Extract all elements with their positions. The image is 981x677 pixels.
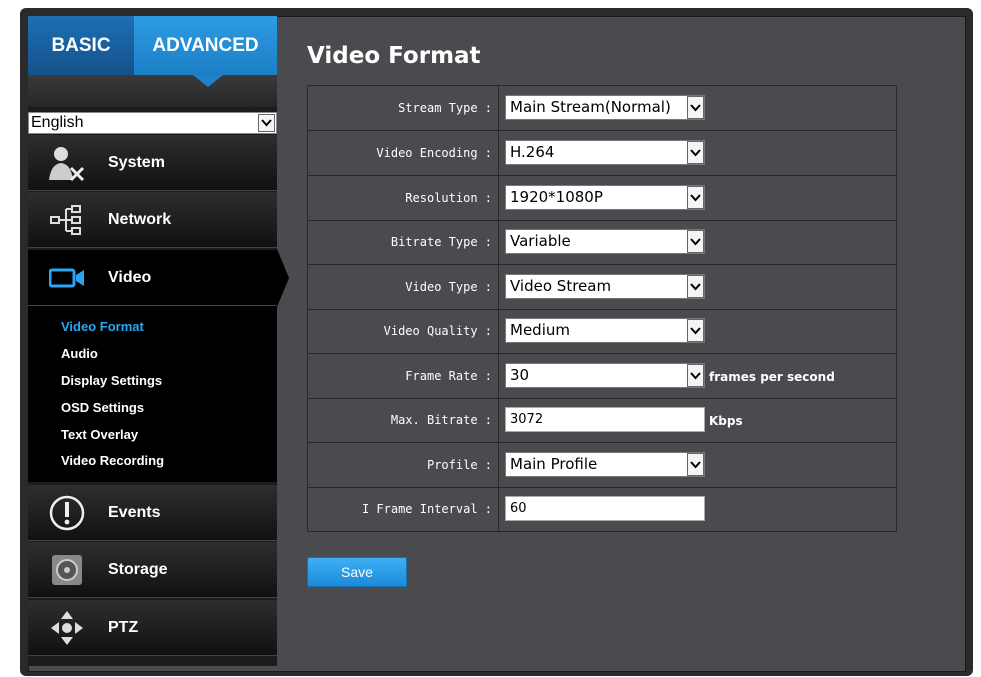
video-quality-select[interactable]: Medium [505, 318, 705, 343]
i-frame-interval-input[interactable]: 60 [505, 496, 705, 521]
field-label: Stream Type : [308, 86, 499, 130]
chevron-down-icon[interactable] [687, 275, 704, 298]
chevron-down-icon[interactable] [687, 96, 704, 119]
save-button[interactable]: Save [307, 557, 407, 587]
chevron-down-icon[interactable] [687, 319, 704, 342]
tab-advanced[interactable]: ADVANCED [134, 16, 277, 75]
ptz-arrows-icon [42, 608, 92, 648]
stream-type-select[interactable]: Main Stream(Normal) [505, 95, 705, 120]
video-format-form: Stream Type : Main Stream(Normal) Video … [307, 85, 897, 532]
mode-tabs: BASIC ADVANCED [28, 16, 277, 75]
video-subnav: Video Format Audio Display Settings OSD … [28, 306, 277, 482]
chevron-down-icon[interactable] [687, 230, 704, 253]
video-encoding-select[interactable]: H.264 [505, 140, 705, 165]
language-select[interactable]: English [28, 112, 277, 134]
select-value: 30 [510, 366, 530, 384]
field-label: Resolution : [308, 176, 499, 220]
sidebar-item-storage[interactable]: Storage [28, 542, 277, 598]
sidebar-item-ptz[interactable]: PTZ [28, 600, 277, 656]
select-value: Medium [510, 321, 570, 339]
field-label: Video Quality : [308, 309, 499, 353]
select-value: H.264 [510, 143, 555, 161]
sidebar-item-network[interactable]: Network [28, 192, 277, 248]
active-tab-pointer [193, 75, 223, 87]
storage-disk-icon [42, 550, 92, 590]
form-row-max-bitrate: Max. Bitrate : 3072 Kbps [308, 398, 896, 443]
select-value: Variable [510, 232, 571, 250]
video-camera-icon [42, 258, 92, 298]
system-tools-icon [42, 143, 92, 183]
tab-basic[interactable]: BASIC [28, 16, 134, 75]
subnav-video-recording[interactable]: Video Recording [61, 453, 164, 468]
select-value: 1920*1080P [510, 188, 603, 206]
page-title: Video Format [307, 43, 481, 69]
sidebar-item-label: Video [108, 268, 152, 286]
active-nav-pointer [277, 249, 289, 307]
select-value: Main Profile [510, 455, 598, 473]
field-label: Frame Rate : [308, 354, 499, 398]
profile-select[interactable]: Main Profile [505, 452, 705, 477]
sidebar-item-label: Network [108, 210, 172, 228]
resolution-select[interactable]: 1920*1080P [505, 185, 705, 210]
frame-rate-select[interactable]: 30 [505, 363, 705, 388]
subnav-display-settings[interactable]: Display Settings [61, 373, 162, 388]
video-type-select[interactable]: Video Stream [505, 274, 705, 299]
sidebar: BASIC ADVANCED English System Network Vi… [28, 16, 289, 666]
chevron-down-icon[interactable] [687, 141, 704, 164]
chevron-down-icon[interactable] [687, 453, 704, 476]
chevron-down-icon[interactable] [687, 186, 704, 209]
sidebar-item-label: Storage [108, 560, 168, 578]
form-row-video-encoding: Video Encoding : H.264 [308, 131, 896, 176]
sidebar-item-label: Events [108, 503, 161, 521]
sidebar-item-system[interactable]: System [28, 135, 277, 191]
sidebar-item-label: System [108, 153, 165, 171]
language-band [28, 75, 277, 107]
frame-rate-unit: frames per second [709, 370, 835, 384]
form-row-stream-type: Stream Type : Main Stream(Normal) [308, 86, 896, 131]
form-row-i-frame-interval: I Frame Interval : 60 [308, 487, 896, 532]
sidebar-item-label: PTZ [108, 618, 139, 636]
field-label: I Frame Interval : [308, 487, 499, 531]
form-row-frame-rate: Frame Rate : 30 frames per second [308, 354, 896, 399]
sidebar-item-video[interactable]: Video [28, 250, 277, 306]
form-row-resolution: Resolution : 1920*1080P [308, 176, 896, 221]
subnav-video-format[interactable]: Video Format [61, 319, 144, 334]
field-label: Video Encoding : [308, 131, 499, 175]
field-label: Profile : [308, 443, 499, 487]
select-value: Main Stream(Normal) [510, 98, 671, 116]
subnav-osd-settings[interactable]: OSD Settings [61, 400, 144, 415]
subnav-text-overlay[interactable]: Text Overlay [61, 427, 138, 442]
form-row-profile: Profile : Main Profile [308, 443, 896, 488]
form-row-video-type: Video Type : Video Stream [308, 265, 896, 310]
max-bitrate-input[interactable]: 3072 [505, 407, 705, 432]
field-label: Video Type : [308, 265, 499, 309]
form-row-video-quality: Video Quality : Medium [308, 309, 896, 354]
max-bitrate-unit: Kbps [709, 414, 743, 428]
alert-icon [42, 493, 92, 533]
subnav-audio[interactable]: Audio [61, 346, 98, 361]
select-value: Video Stream [510, 277, 612, 295]
network-tree-icon [42, 200, 92, 240]
sidebar-item-events[interactable]: Events [28, 485, 277, 541]
form-row-bitrate-type: Bitrate Type : Variable [308, 220, 896, 265]
bitrate-type-select[interactable]: Variable [505, 229, 705, 254]
field-label: Max. Bitrate : [308, 398, 499, 442]
chevron-down-icon[interactable] [687, 364, 704, 387]
field-label: Bitrate Type : [308, 220, 499, 264]
chevron-down-icon[interactable] [258, 114, 275, 132]
language-value: English [31, 114, 84, 131]
